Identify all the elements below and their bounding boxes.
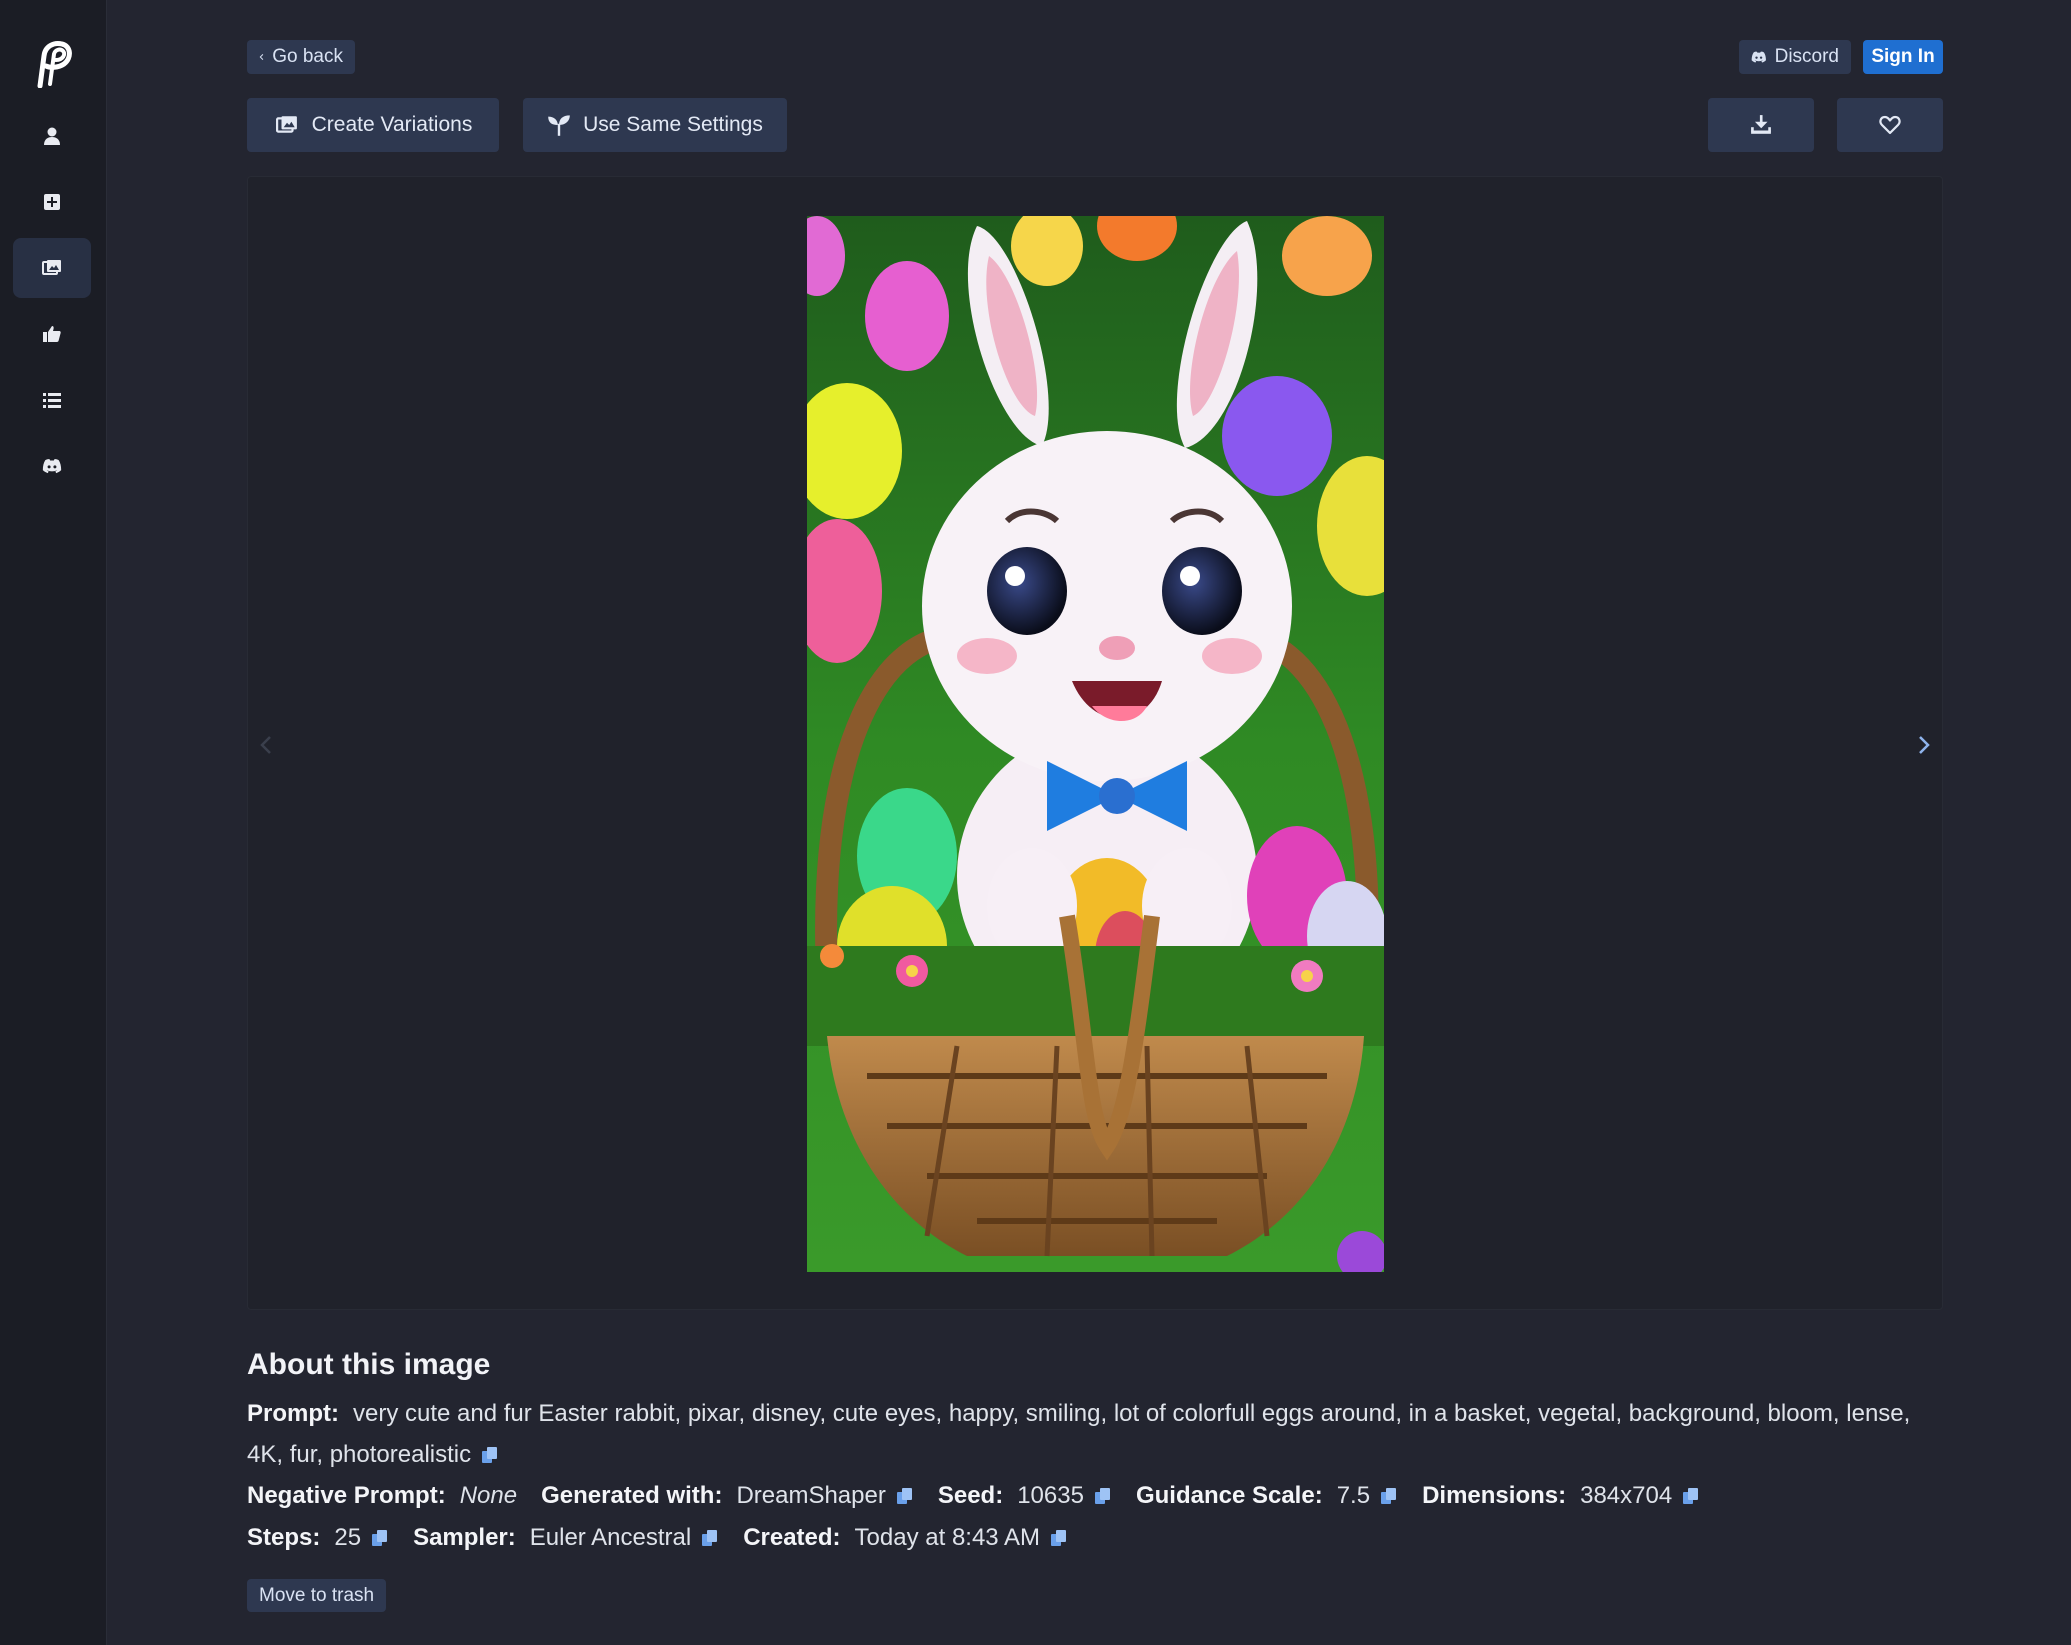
next-image-chevron-icon[interactable] (1911, 733, 1935, 757)
user-icon (44, 127, 60, 145)
metadata-row-2: Steps: 25 Sampler: Euler Ancestral Created: T… (247, 1517, 1092, 1558)
copy-icon[interactable] (1050, 1529, 1068, 1547)
negative-prompt-value: None (459, 1482, 518, 1509)
download-icon (1751, 115, 1771, 134)
easter-bunny-artwork (807, 216, 1384, 1272)
images-icon (275, 116, 297, 133)
go-back-button[interactable]: Go back (247, 40, 355, 74)
create-variations-button[interactable]: Create Variations (247, 98, 499, 152)
go-back-label: Go back (272, 46, 343, 67)
thumbs-up-icon (43, 326, 61, 342)
discord-button[interactable]: Discord (1739, 40, 1851, 74)
created-label: Created: (743, 1524, 841, 1551)
list-icon (43, 393, 61, 408)
sidebar-item-list[interactable] (13, 370, 91, 430)
dimensions-label: Dimensions: (1422, 1482, 1567, 1509)
use-same-settings-button[interactable]: Use Same Settings (523, 98, 787, 152)
metadata-row-1: Negative Prompt: None Generated with: Dream… (247, 1475, 1724, 1516)
prompt-row: Prompt: very cute and fur Easter rabbit, … (247, 1393, 1943, 1475)
create-variations-label: Create Variations (311, 113, 473, 136)
copy-icon[interactable] (1682, 1487, 1700, 1505)
seed-value: 10635 (1017, 1482, 1084, 1509)
sidebar-item-liked[interactable] (13, 304, 91, 364)
images-icon (42, 260, 61, 275)
seed-label: Seed: (937, 1482, 1004, 1509)
discord-label: Discord (1774, 46, 1839, 67)
guidance-scale-label: Guidance Scale: (1135, 1482, 1323, 1509)
sidebar (0, 0, 107, 1645)
copy-icon[interactable] (1094, 1487, 1112, 1505)
heart-icon (1879, 115, 1901, 135)
plus-square-icon (44, 194, 60, 210)
image-viewer (247, 176, 1943, 1310)
sampler-value: Euler Ancestral (529, 1524, 692, 1551)
dimensions-value: 384x704 (1580, 1482, 1673, 1509)
copy-icon[interactable] (1380, 1487, 1398, 1505)
chevron-left-icon (259, 54, 264, 60)
negative-prompt-label: Negative Prompt: (247, 1482, 446, 1509)
discord-icon (1751, 51, 1766, 63)
created-value: Today at 8:43 AM (854, 1524, 1040, 1551)
sampler-label: Sampler: (413, 1524, 516, 1551)
copy-icon[interactable] (481, 1446, 499, 1464)
copy-icon[interactable] (701, 1529, 719, 1547)
sidebar-item-profile[interactable] (13, 106, 91, 166)
favorite-button[interactable] (1837, 98, 1943, 152)
main-content: Go back Discord Sign In Create Variation… (247, 0, 1943, 1645)
about-heading: About this image (247, 1348, 491, 1381)
steps-value: 25 (334, 1524, 362, 1551)
prompt-label: Prompt: (247, 1400, 339, 1427)
copy-icon[interactable] (896, 1487, 914, 1505)
move-to-trash-button[interactable]: Move to trash (247, 1579, 387, 1612)
discord-icon (42, 459, 62, 474)
sidebar-item-images[interactable] (13, 238, 91, 298)
sign-in-button[interactable]: Sign In (1863, 40, 1943, 74)
steps-label: Steps: (247, 1524, 321, 1551)
sign-in-label: Sign In (1871, 46, 1935, 67)
generated-image[interactable] (807, 216, 1384, 1272)
download-button[interactable] (1708, 98, 1814, 152)
app-logo-icon[interactable] (30, 38, 76, 88)
previous-image-chevron-icon[interactable] (255, 733, 279, 757)
sidebar-item-discord[interactable] (13, 436, 91, 496)
seedling-icon (548, 115, 570, 136)
guidance-scale-value: 7.5 (1336, 1482, 1371, 1509)
generated-with-label: Generated with: (541, 1482, 723, 1509)
generated-with-value: DreamShaper (736, 1482, 886, 1509)
copy-icon[interactable] (371, 1529, 389, 1547)
sidebar-item-create[interactable] (13, 172, 91, 232)
use-same-settings-label: Use Same Settings (583, 113, 763, 136)
